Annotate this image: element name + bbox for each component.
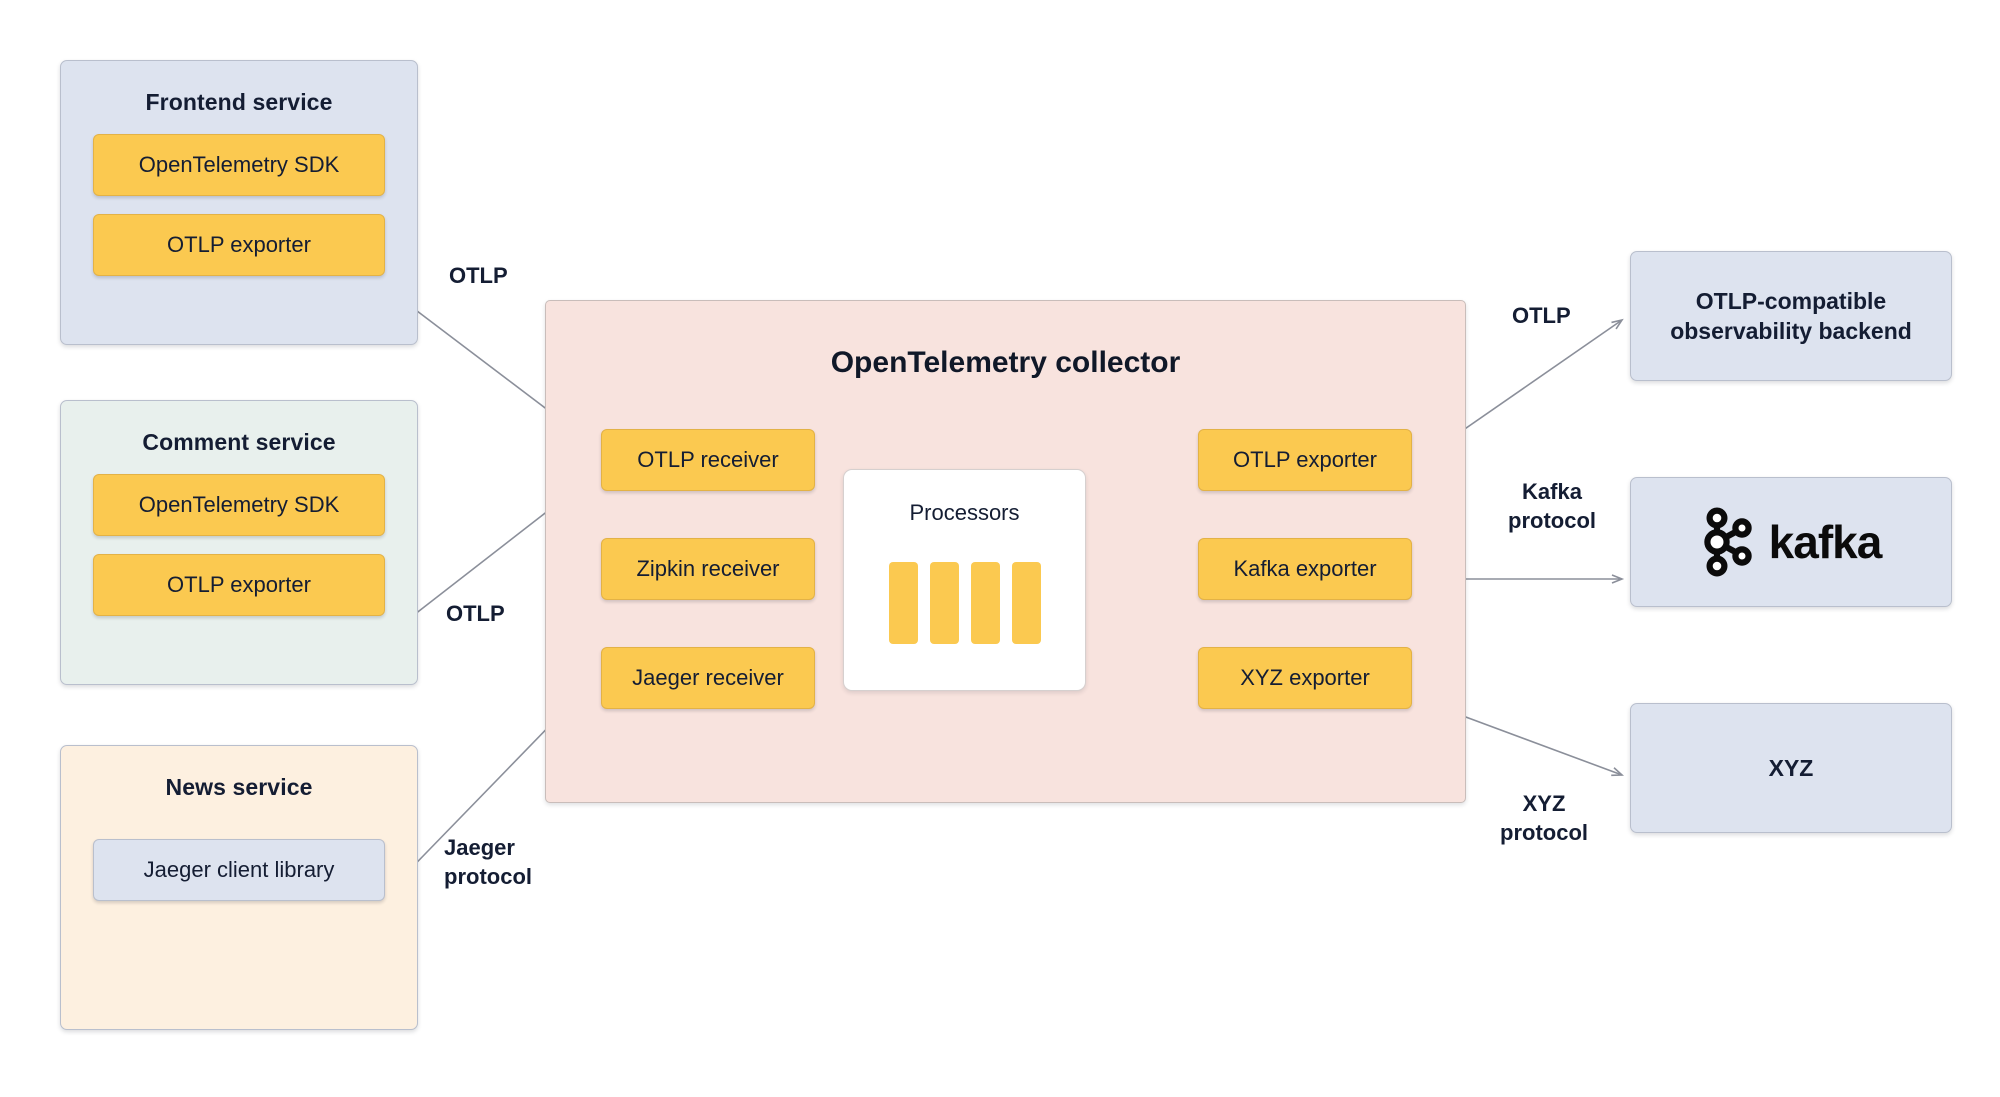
receiver-otlp: OTLP receiver	[601, 429, 815, 491]
processor-bar	[888, 562, 918, 644]
receiver-zipkin: Zipkin receiver	[601, 538, 815, 600]
processor-bars	[844, 562, 1085, 644]
kafka-wordmark: kafka	[1768, 516, 1883, 568]
backend-label: OTLP-compatible observability backend	[1670, 287, 1912, 344]
exporter-kafka: Kafka exporter	[1198, 538, 1412, 600]
service-box-frontend: Frontend service OpenTelemetry SDK OTLP …	[60, 60, 418, 345]
service-title: Frontend service	[145, 89, 333, 115]
kafka-logo-group: kafka	[1701, 507, 1882, 577]
component-otlp-exporter: OTLP exporter	[93, 214, 385, 276]
component-otlp-exporter: OTLP exporter	[93, 554, 385, 616]
service-title: News service	[165, 774, 313, 800]
processor-bar	[970, 562, 1000, 644]
receiver-jaeger: Jaeger receiver	[601, 647, 815, 709]
component-jaeger-client-library: Jaeger client library	[93, 839, 385, 901]
edge-label-otlp-comment: OTLP	[446, 601, 505, 626]
edge-label-jaeger-protocol: Jaeger protocol	[444, 835, 532, 889]
component-opentelemetry-sdk: OpenTelemetry SDK	[93, 474, 385, 536]
edge-label-kafka-protocol: Kafka protocol	[1508, 479, 1596, 533]
edge-label-xyz-protocol: XYZ protocol	[1500, 791, 1588, 845]
processors-label: Processors	[909, 500, 1020, 525]
diagram-canvas: Frontend service OpenTelemetry SDK OTLP …	[0, 0, 2000, 1097]
processors-box: Processors	[843, 469, 1086, 691]
backend-kafka: kafka	[1630, 477, 1952, 607]
exporter-xyz: XYZ exporter	[1198, 647, 1412, 709]
service-title: Comment service	[142, 429, 336, 455]
backend-label: XYZ	[1768, 754, 1814, 781]
backend-otlp-compatible: OTLP-compatible observability backend	[1630, 251, 1952, 381]
backend-xyz: XYZ	[1630, 703, 1952, 833]
service-box-news: News service Jaeger client library	[60, 745, 418, 1030]
collector-title: OpenTelemetry collector	[830, 346, 1181, 379]
exporter-otlp: OTLP exporter	[1198, 429, 1412, 491]
edge-label-otlp-frontend: OTLP	[449, 263, 508, 288]
processor-bar	[1011, 562, 1041, 644]
component-opentelemetry-sdk: OpenTelemetry SDK	[93, 134, 385, 196]
processor-bar	[929, 562, 959, 644]
kafka-icon	[1703, 507, 1752, 577]
service-box-comment: Comment service OpenTelemetry SDK OTLP e…	[60, 400, 418, 685]
collector-panel: OpenTelemetry collector OTLP receiver Zi…	[545, 300, 1466, 803]
edge-label-otlp-out: OTLP	[1512, 303, 1571, 328]
